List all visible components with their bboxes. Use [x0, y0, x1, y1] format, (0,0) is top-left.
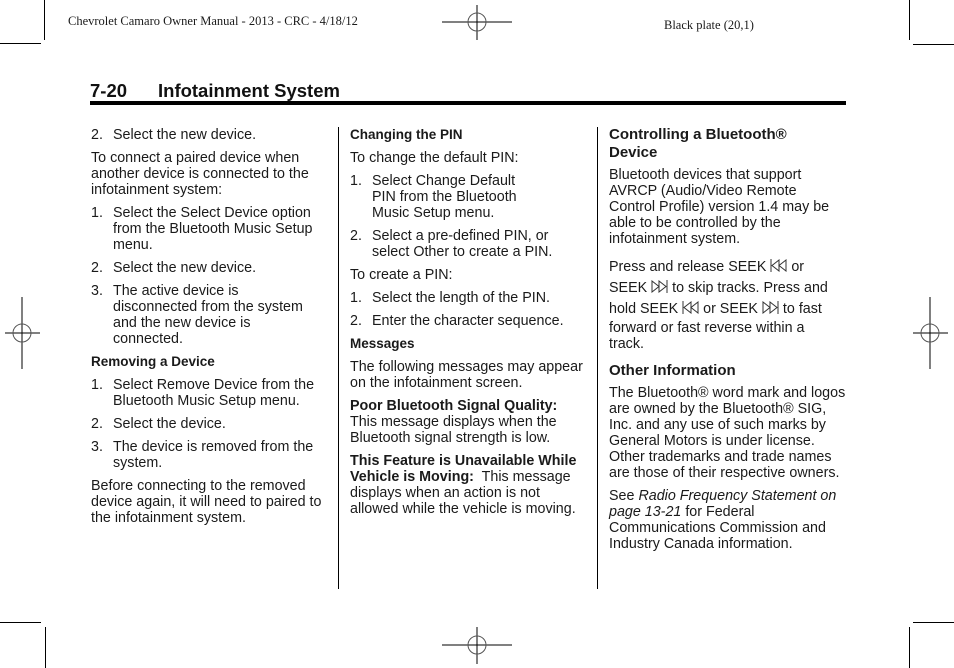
- heading-controlling-bluetooth: Controlling a Bluetooth® Device: [609, 126, 787, 161]
- list-item: 2. Select the new device.: [91, 260, 257, 276]
- paragraph: To connect a paired device when another …: [91, 150, 309, 198]
- column-divider-2: [597, 127, 598, 589]
- seek-forward-icon: [651, 280, 668, 293]
- message-feature-unavailable: This Feature is Unavailable While Vehicl…: [350, 453, 588, 517]
- subheading-removing-device: Removing a Device: [91, 354, 215, 369]
- section-title: Infotainment System: [158, 80, 340, 101]
- crop-mark-bl-v: [45, 627, 46, 668]
- seek-instructions: Press and release SEEK or SEEK to skip t…: [609, 259, 828, 352]
- list-item: 1. Select the Select Device option from …: [91, 205, 313, 253]
- print-header-plate: Black plate (20,1): [664, 18, 754, 32]
- paragraph: The Bluetooth® word mark and logos are o…: [609, 385, 846, 481]
- list-item: 1. Select the length of the PIN.: [350, 290, 551, 306]
- seek-forward-icon: [762, 301, 779, 314]
- paragraph: Bluetooth devices that support AVRCP (Au…: [609, 167, 830, 247]
- registration-mark-bottom: [442, 627, 512, 664]
- message-poor-signal: Poor Bluetooth Signal Quality: This mess…: [350, 398, 588, 446]
- subheading-changing-pin: Changing the PIN: [350, 127, 463, 142]
- paragraph: To create a PIN:: [350, 267, 453, 283]
- crop-mark-tl-h: [0, 43, 41, 44]
- crop-mark-br-v: [909, 627, 910, 668]
- print-header-title: Chevrolet Camaro Owner Manual - 2013 - C…: [68, 14, 358, 28]
- crop-mark-tl-v: [44, 0, 45, 40]
- list-item: 2. Select the new device.: [91, 127, 257, 143]
- seek-back-icon: [770, 259, 787, 272]
- seek-back-icon: [682, 301, 699, 314]
- message-text: This message displays when the Bluetooth…: [350, 414, 557, 446]
- crop-mark-br-h: [913, 622, 954, 623]
- paragraph: To change the default PIN:: [350, 150, 519, 166]
- paragraph: The following messages may appear on the…: [350, 359, 583, 391]
- list-item: 1. Select Remove Device from the Bluetoo…: [91, 377, 315, 409]
- list-item: 2. Select the device.: [91, 416, 226, 432]
- paragraph-see-reference: See Radio Frequency Statement on page 13…: [609, 488, 837, 552]
- paragraph: Before connecting to the removed device …: [91, 478, 322, 526]
- column-2: Changing the PIN To change the default P…: [350, 127, 588, 524]
- column-divider-1: [338, 127, 339, 589]
- message-label: Poor Bluetooth Signal Quality:: [350, 398, 558, 414]
- registration-mark-right: [913, 297, 948, 369]
- heading-other-information: Other Information: [609, 362, 736, 379]
- list-item: 3. The device is removed from the system…: [91, 439, 314, 471]
- column-3: Controlling a Bluetooth® Device Bluetoot…: [609, 126, 849, 559]
- subheading-messages: Messages: [350, 336, 415, 351]
- page-number: 7-20: [90, 80, 128, 101]
- list-item: 3. The active device is disconnected fro…: [91, 283, 303, 347]
- list-item: 2. Enter the character sequence.: [350, 313, 564, 329]
- list-item: 1. Select Change Default PIN from the Bl…: [350, 173, 517, 221]
- page-heading: 7-20 Infotainment System: [90, 80, 340, 102]
- registration-mark-left: [5, 297, 40, 369]
- column-1: 2. Select the new device. To connect a p…: [91, 127, 327, 533]
- list-item: 2. Select a pre-defined PIN, or select O…: [350, 228, 553, 260]
- registration-mark-top: [442, 5, 512, 40]
- heading-rule: [90, 101, 846, 105]
- crop-mark-tr-v: [909, 0, 910, 40]
- crop-mark-bl-h: [0, 622, 41, 623]
- crop-mark-tr-h: [913, 44, 954, 45]
